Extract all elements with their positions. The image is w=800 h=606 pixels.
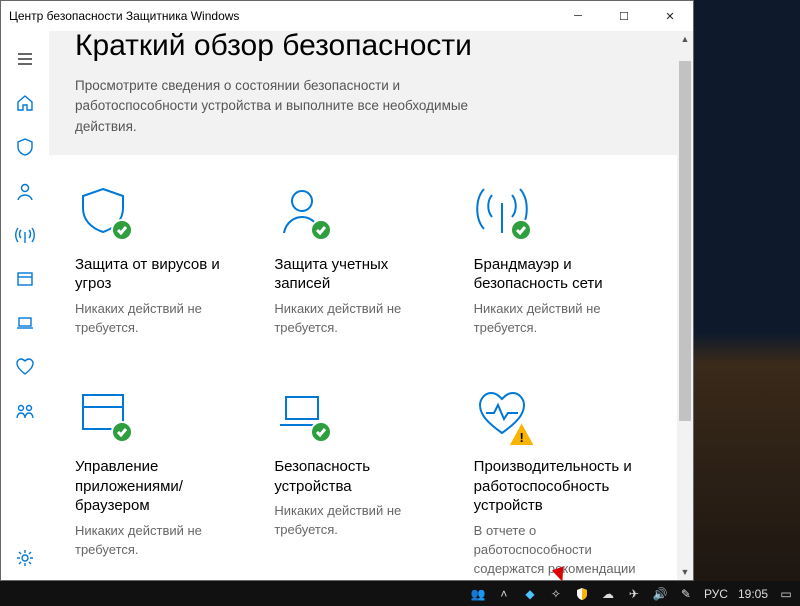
card-devsec-title: Безопасность устройства bbox=[274, 457, 434, 496]
sidebar-item-account[interactable] bbox=[1, 169, 49, 213]
tray-defender-icon[interactable] bbox=[574, 586, 590, 602]
app-window: Центр безопасности Защитника Windows ─ ☐… bbox=[0, 0, 694, 581]
card-perf-icon-wrap bbox=[474, 385, 530, 441]
tray-app2-icon[interactable]: ✧ bbox=[548, 586, 564, 602]
check-badge-icon bbox=[111, 219, 133, 241]
laptop-icon bbox=[15, 313, 35, 333]
card-virus-title: Защита от вирусов и угроз bbox=[75, 255, 235, 294]
sidebar-item-app-browser[interactable] bbox=[1, 257, 49, 301]
tray-airplane-icon[interactable]: ✈ bbox=[626, 586, 642, 602]
check-badge-icon bbox=[510, 219, 532, 241]
hamburger-icon bbox=[16, 50, 34, 68]
family-icon bbox=[15, 401, 35, 421]
shield-tray-icon bbox=[575, 587, 589, 601]
card-account-icon-wrap bbox=[274, 183, 330, 239]
heart-icon bbox=[15, 357, 35, 377]
cards-grid: Защита от вирусов и угроз Никаких действ… bbox=[49, 155, 693, 580]
tray-chevron-up-icon[interactable]: ˄ bbox=[496, 586, 512, 602]
scroll-up-icon[interactable]: ▲ bbox=[677, 31, 693, 47]
sidebar-item-device-performance[interactable] bbox=[1, 345, 49, 389]
window-title: Центр безопасности Защитника Windows bbox=[9, 9, 555, 23]
taskbar: 👥 ˄ ◆ ✧ ☁ ✈ 🔊 ✎ РУС 19:05 ▭ bbox=[0, 581, 800, 606]
maximize-button[interactable]: ☐ bbox=[601, 1, 647, 31]
shield-icon bbox=[15, 137, 35, 157]
tray-language[interactable]: РУС bbox=[704, 587, 728, 601]
scroll-thumb[interactable] bbox=[679, 61, 691, 421]
sidebar-item-firewall[interactable] bbox=[1, 213, 49, 257]
page-title: Краткий обзор безопасности bbox=[75, 31, 667, 62]
titlebar: Центр безопасности Защитника Windows ─ ☐… bbox=[1, 1, 693, 31]
card-appbrowser[interactable]: Управление приложениями/браузером Никаки… bbox=[75, 385, 268, 580]
card-appbrowser-desc: Никаких действий не требуется. bbox=[75, 522, 245, 560]
card-appbrowser-icon-wrap bbox=[75, 385, 131, 441]
card-account-title: Защита учетных записей bbox=[274, 255, 434, 294]
sidebar-menu-button[interactable] bbox=[1, 37, 49, 81]
sidebar-settings-button[interactable] bbox=[1, 536, 49, 580]
tray-people-icon[interactable]: 👥 bbox=[470, 586, 486, 602]
card-perf[interactable]: Производительность и работоспособность у… bbox=[474, 385, 667, 580]
page-subtitle: Просмотрите сведения о состоянии безопас… bbox=[75, 76, 495, 137]
tray-volume-icon[interactable]: 🔊 bbox=[652, 586, 668, 602]
card-perf-title: Производительность и работоспособность у… bbox=[474, 457, 634, 516]
card-appbrowser-title: Управление приложениями/браузером bbox=[75, 457, 235, 516]
card-devsec-desc: Никаких действий не требуется. bbox=[274, 502, 444, 540]
antenna-icon bbox=[15, 225, 35, 245]
card-devsec-icon-wrap bbox=[274, 385, 330, 441]
sidebar bbox=[1, 31, 49, 580]
tray-clock[interactable]: 19:05 bbox=[738, 587, 768, 601]
card-virus-icon-wrap bbox=[75, 183, 131, 239]
close-button[interactable]: ✕ bbox=[647, 1, 693, 31]
scrollbar[interactable]: ▲ ▼ bbox=[677, 31, 693, 580]
person-icon bbox=[15, 181, 35, 201]
card-devsec[interactable]: Безопасность устройства Никаких действий… bbox=[274, 385, 467, 580]
window-body: Краткий обзор безопасности Просмотрите с… bbox=[1, 31, 693, 580]
card-account-desc: Никаких действий не требуется. bbox=[274, 300, 444, 338]
sidebar-item-virus[interactable] bbox=[1, 125, 49, 169]
check-badge-icon bbox=[310, 219, 332, 241]
header-area: Краткий обзор безопасности Просмотрите с… bbox=[49, 31, 693, 155]
tray-onedrive-icon[interactable]: ☁ bbox=[600, 586, 616, 602]
sidebar-item-home[interactable] bbox=[1, 81, 49, 125]
window-icon bbox=[15, 269, 35, 289]
scroll-down-icon[interactable]: ▼ bbox=[677, 564, 693, 580]
card-account[interactable]: Защита учетных записей Никаких действий … bbox=[274, 183, 467, 338]
card-firewall-icon-wrap bbox=[474, 183, 530, 239]
sidebar-item-family[interactable] bbox=[1, 389, 49, 433]
home-icon bbox=[15, 93, 35, 113]
card-virus-desc: Никаких действий не требуется. bbox=[75, 300, 245, 338]
card-firewall[interactable]: Брандмауэр и безопасность сети Никаких д… bbox=[474, 183, 667, 338]
tray-app1-icon[interactable]: ◆ bbox=[522, 586, 538, 602]
gear-icon bbox=[15, 548, 35, 568]
minimize-button[interactable]: ─ bbox=[555, 1, 601, 31]
tray-notifications-icon[interactable]: ▭ bbox=[778, 586, 794, 602]
card-firewall-desc: Никаких действий не требуется. bbox=[474, 300, 644, 338]
sidebar-item-device-security[interactable] bbox=[1, 301, 49, 345]
card-firewall-title: Брандмауэр и безопасность сети bbox=[474, 255, 634, 294]
card-virus[interactable]: Защита от вирусов и угроз Никаких действ… bbox=[75, 183, 268, 338]
tray-pen-icon[interactable]: ✎ bbox=[678, 586, 694, 602]
content-area: Краткий обзор безопасности Просмотрите с… bbox=[49, 31, 693, 580]
